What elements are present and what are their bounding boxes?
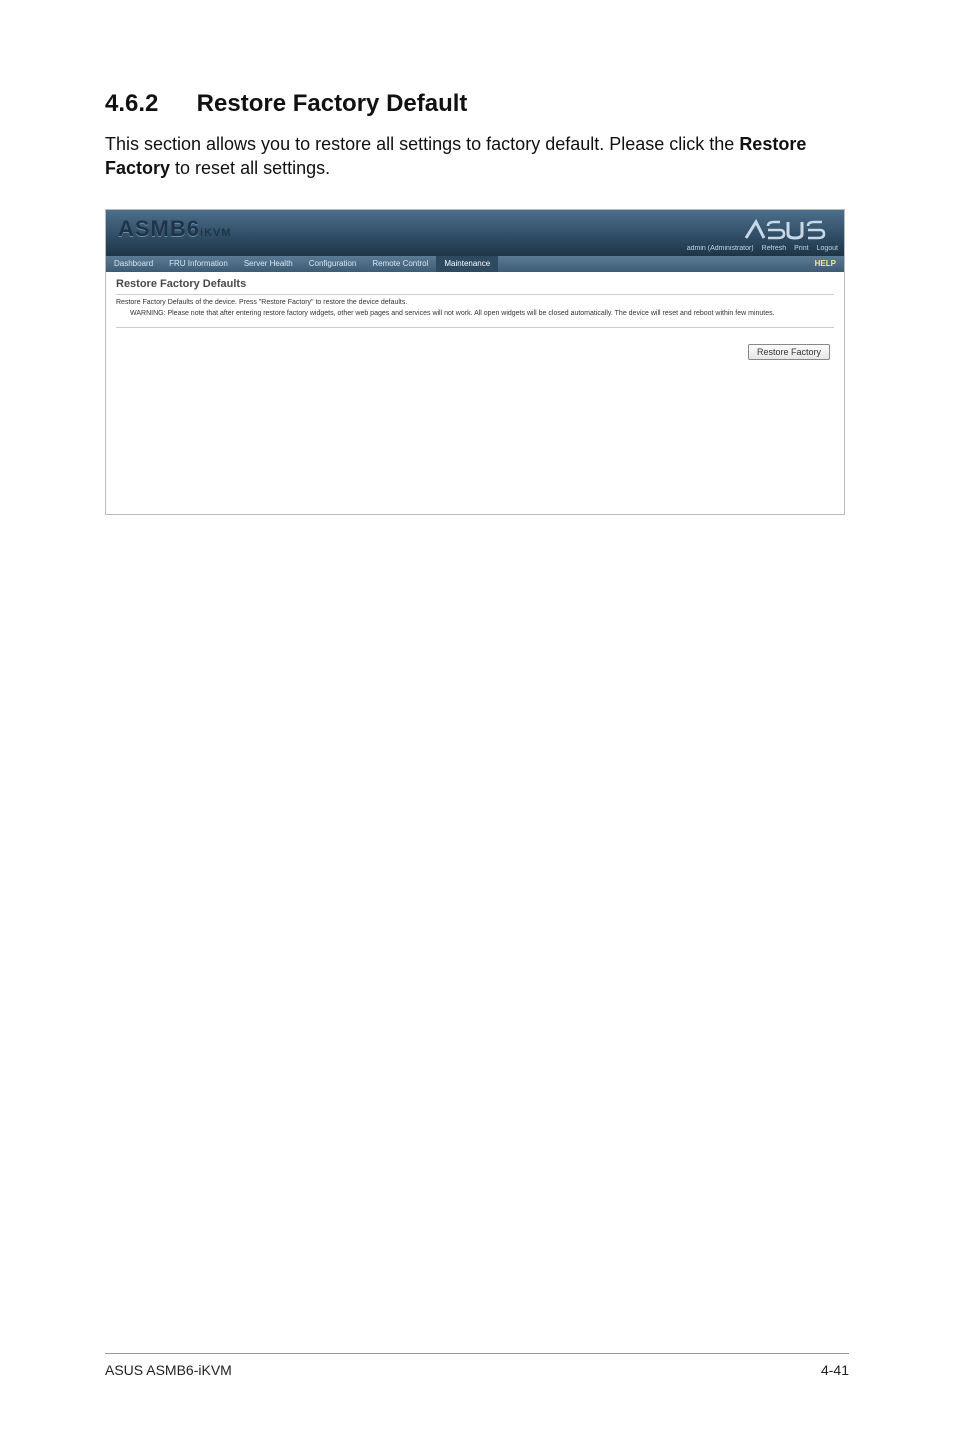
restore-factory-button[interactable]: Restore Factory [748, 344, 830, 360]
menu-dashboard[interactable]: Dashboard [106, 256, 161, 272]
user-topbar: admin (Administrator) Refresh Print Logo… [687, 242, 838, 256]
section-body: This section allows you to restore all s… [105, 132, 849, 181]
topbar-user: admin (Administrator) [687, 245, 754, 252]
topbar-print[interactable]: Print [794, 245, 808, 252]
menu-help[interactable]: HELP [815, 259, 836, 268]
topbar-refresh[interactable]: Refresh [762, 245, 787, 252]
screenshot-frame: ASMB6iKVM admin (Administrator) Refresh … [105, 209, 845, 515]
brand-sub: iKVM [200, 227, 232, 239]
footer-right: 4-41 [821, 1362, 849, 1378]
brand-main: ASMB6 [118, 216, 200, 241]
app-header: ASMB6iKVM admin (Administrator) Refresh … [106, 210, 844, 256]
panel-description: Restore Factory Defaults of the device. … [116, 299, 834, 306]
asus-logo [744, 218, 830, 242]
divider [116, 327, 834, 328]
footer-left: ASUS ASMB6-iKVM [105, 1362, 232, 1378]
content-panel: Restore Factory Defaults Restore Factory… [106, 272, 844, 370]
body-line2: to reset all settings. [170, 158, 330, 178]
product-brand: ASMB6iKVM [118, 216, 232, 242]
divider [116, 294, 834, 295]
section-number: 4.6.2 [105, 90, 190, 118]
page-footer: ASUS ASMB6-iKVM 4-41 [105, 1353, 849, 1378]
topbar-logout[interactable]: Logout [817, 245, 838, 252]
asus-logo-svg [744, 218, 830, 242]
panel-warning: WARNING: Please note that after entering… [130, 310, 834, 317]
main-menubar: Dashboard FRU Information Server Health … [106, 256, 844, 272]
menu-server-health[interactable]: Server Health [236, 256, 301, 272]
document-page: 4.6.2 Restore Factory Default This secti… [0, 0, 954, 1438]
menu-remote-control[interactable]: Remote Control [364, 256, 436, 272]
section-title: Restore Factory Default [197, 90, 468, 117]
body-line1: This section allows you to restore all s… [105, 134, 739, 154]
menu-maintenance[interactable]: Maintenance [436, 256, 498, 272]
panel-title: Restore Factory Defaults [116, 278, 834, 290]
menu-configuration[interactable]: Configuration [301, 256, 365, 272]
button-row: Restore Factory [116, 344, 834, 360]
menu-fru-information[interactable]: FRU Information [161, 256, 236, 272]
section-heading: 4.6.2 Restore Factory Default [105, 90, 849, 118]
